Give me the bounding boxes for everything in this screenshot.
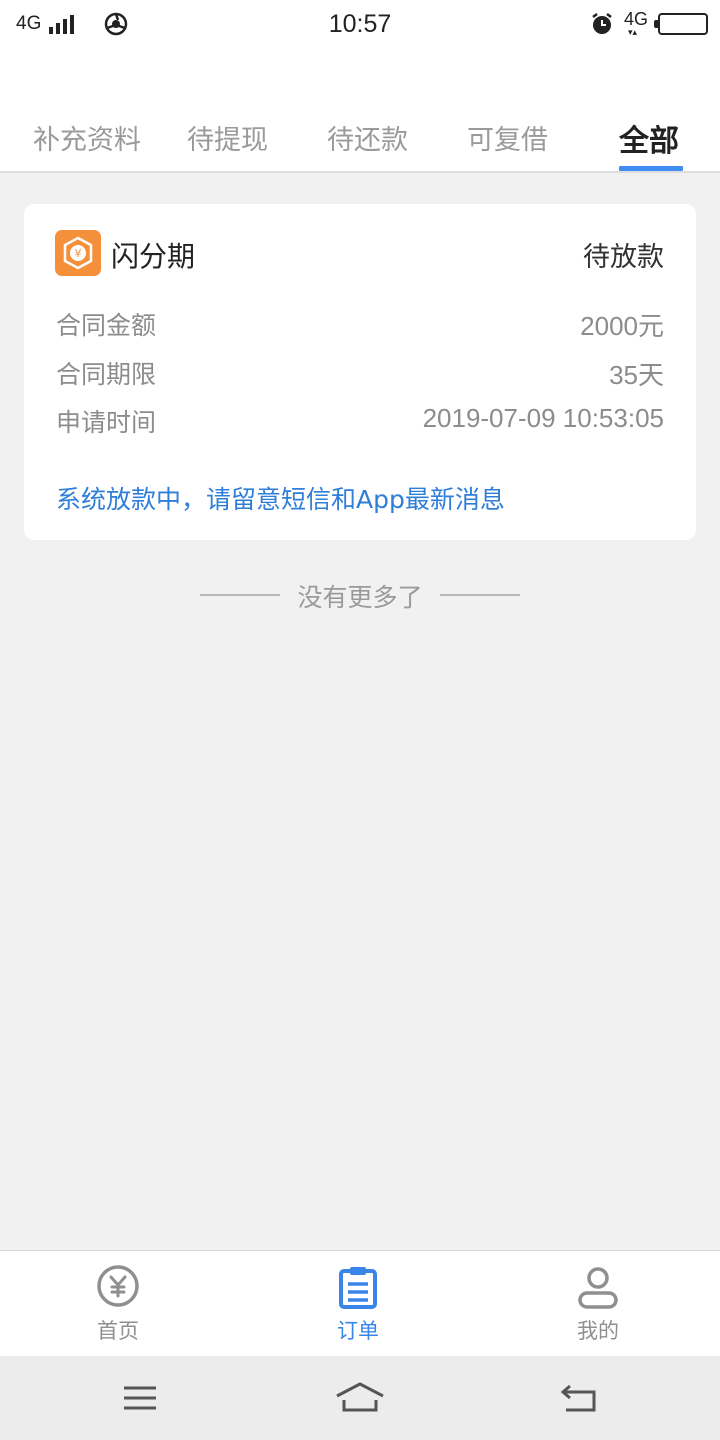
tab-supplement-info[interactable]: 补充资料 <box>33 118 141 157</box>
bottom-tab-mine[interactable]: 我的 <box>538 1265 658 1345</box>
battery-icon <box>654 12 708 35</box>
svg-text:¥: ¥ <box>75 247 82 260</box>
tab-reborrow[interactable]: 可复借 <box>467 118 548 157</box>
contract-term-value: 35天 <box>609 360 664 390</box>
contract-term-label: 合同期限 <box>56 360 157 389</box>
status-right: 4G ▾▴ <box>590 10 708 37</box>
person-icon <box>578 1267 618 1309</box>
network-type-secondary: 4G ▾▴ <box>624 10 648 37</box>
bottom-tab-orders[interactable]: 订单 <box>298 1265 418 1345</box>
clipboard-icon <box>339 1267 377 1309</box>
status-bar: 4G 10:57 4G ▾▴ <box>0 0 720 52</box>
alarm-icon <box>592 12 612 34</box>
system-nav-bar <box>0 1356 720 1440</box>
apply-time-row: 申请时间 2019-07-09 10:53:05 <box>56 403 664 439</box>
lender-name: 闪分期 <box>111 240 196 273</box>
tab-pending-repay[interactable]: 待还款 <box>327 118 408 157</box>
order-status: 待放款 <box>583 242 664 273</box>
back-icon[interactable] <box>550 1378 610 1418</box>
bottom-tab-mine-label: 我的 <box>577 1319 619 1343</box>
apply-time-label: 申请时间 <box>56 408 157 437</box>
order-card[interactable]: ¥ 闪分期 待放款 合同金额 2000元 合同期限 35天 申请时间 2019-… <box>24 204 696 540</box>
menu-icon[interactable] <box>110 1378 170 1418</box>
disbursement-notice: 系统放款中，请留意短信和App最新消息 <box>56 485 505 514</box>
contract-amount-label: 合同金额 <box>56 311 157 340</box>
bottom-tab-home-label: 首页 <box>97 1319 139 1343</box>
data-arrows-icon: ▾▴ <box>627 27 638 37</box>
yen-circle-icon <box>97 1265 139 1307</box>
network-type-secondary-label: 4G <box>623 9 648 29</box>
contract-amount-row: 合同金额 2000元 <box>56 306 664 342</box>
bottom-tab-home[interactable]: 首页 <box>58 1265 178 1345</box>
contract-amount-value: 2000元 <box>580 311 664 341</box>
tab-pending-withdraw[interactable]: 待提现 <box>187 118 268 157</box>
order-filter-tabs: 补充资料 待提现 待还款 可复借 全部 <box>0 110 720 173</box>
list-end-indicator: 没有更多了 <box>0 578 720 612</box>
header: 补充资料 待提现 待还款 可复借 全部 <box>0 52 720 173</box>
contract-term-row: 合同期限 35天 <box>56 355 664 391</box>
list-end-text: 没有更多了 <box>297 583 423 612</box>
home-icon[interactable] <box>330 1378 390 1418</box>
yen-shield-icon: ¥ <box>55 230 101 276</box>
active-tab-indicator <box>619 166 683 171</box>
divider-right <box>440 594 520 596</box>
tab-all[interactable]: 全部 <box>619 116 679 160</box>
apply-time-value: 2019-07-09 10:53:05 <box>422 403 664 433</box>
bottom-tab-bar: 首页 订单 我的 <box>0 1250 720 1356</box>
bottom-tab-orders-label: 订单 <box>337 1319 379 1343</box>
